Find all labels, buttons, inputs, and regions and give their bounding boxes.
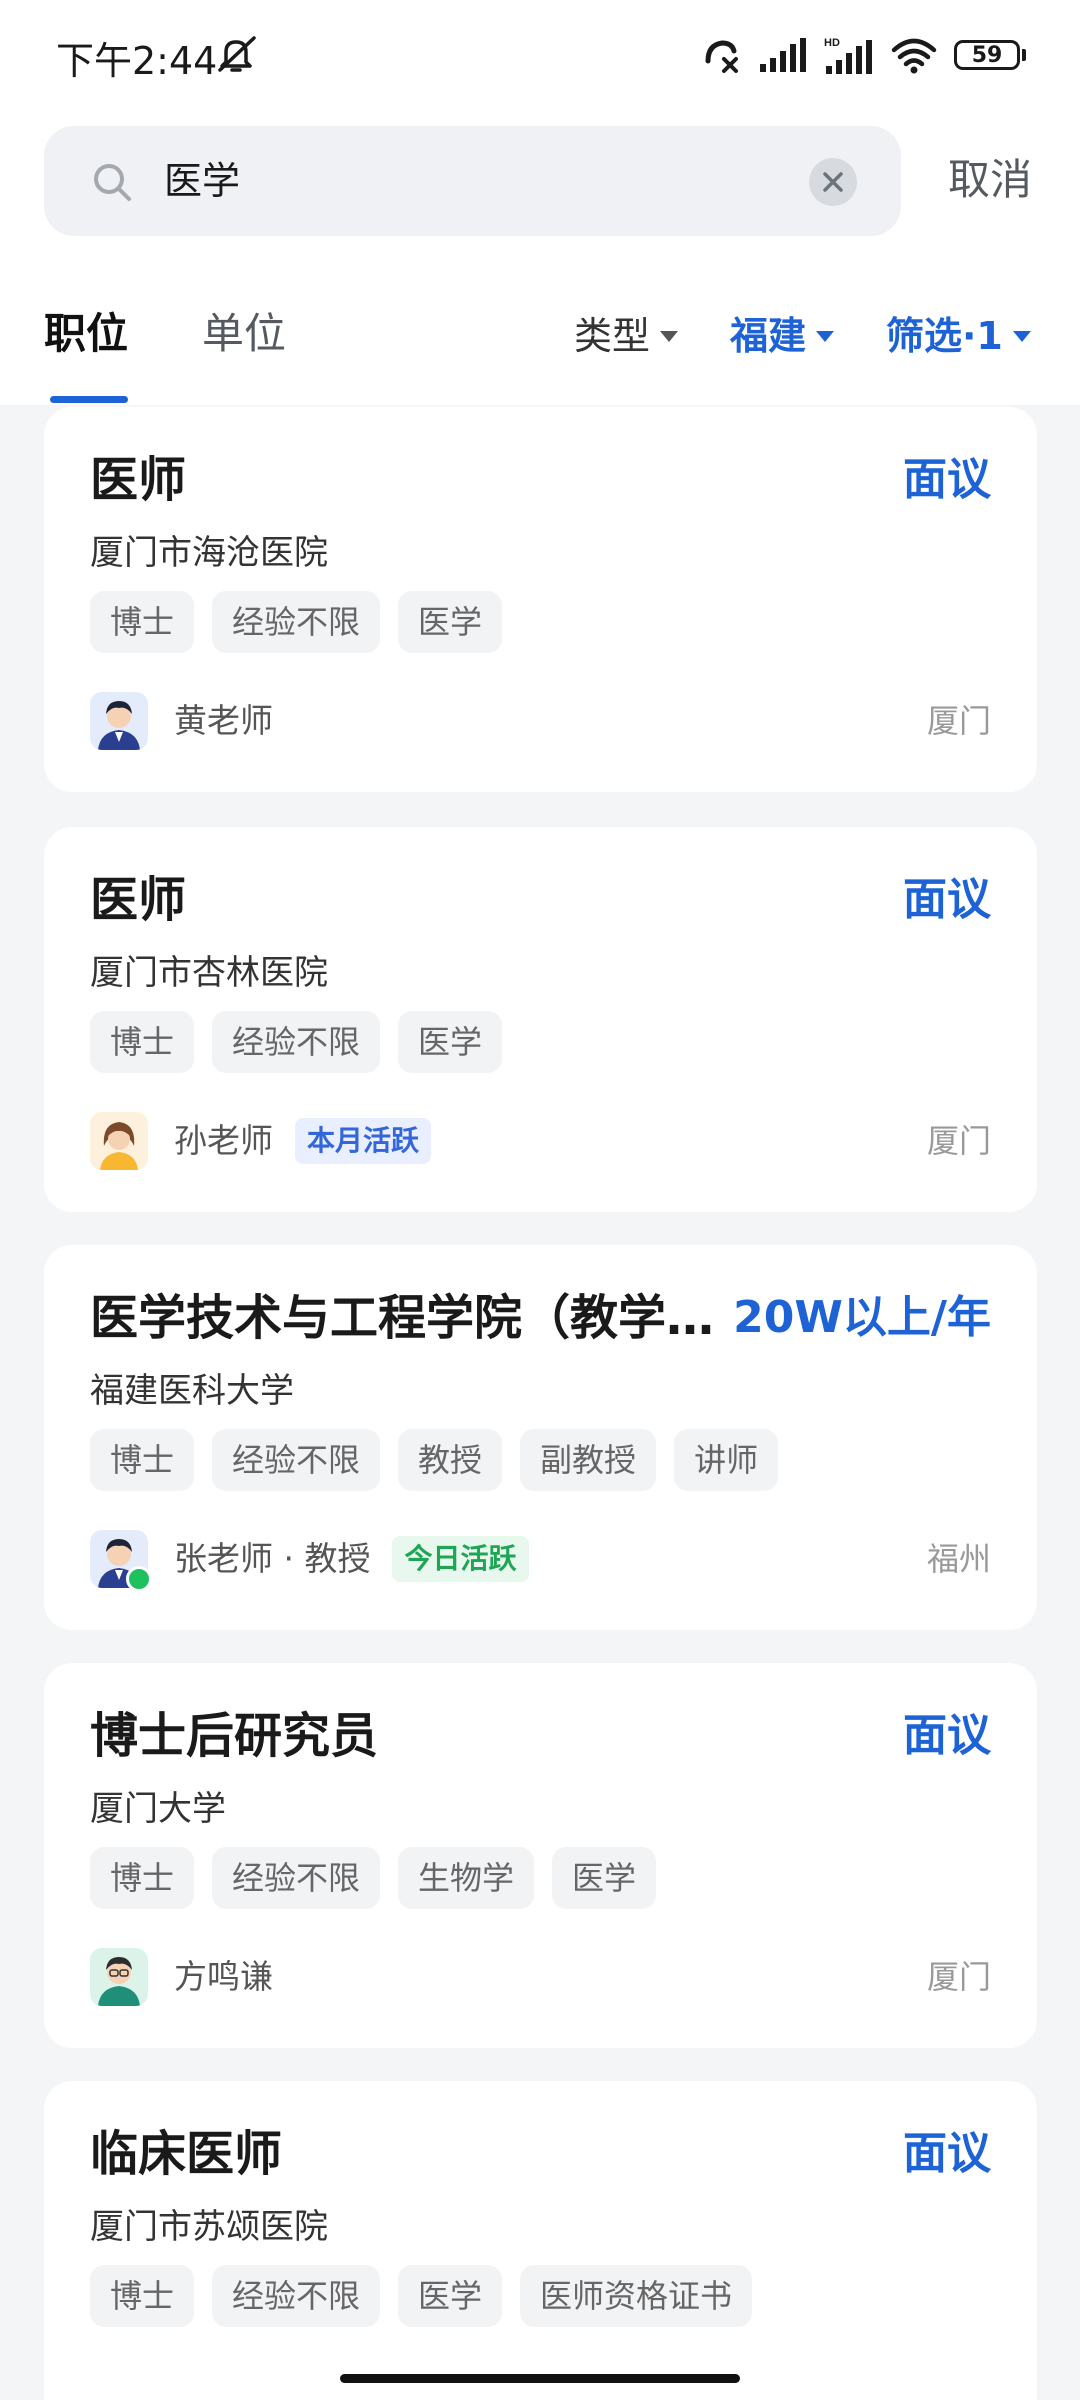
home-indicator[interactable] — [340, 2374, 740, 2383]
filter-more-label: 筛选·1 — [886, 314, 1003, 358]
svg-text:HD: HD — [824, 37, 840, 49]
search-box[interactable]: 医学 — [44, 126, 901, 236]
job-tag: 经验不限 — [212, 1847, 381, 1909]
job-card[interactable]: 临床医师 面议 厦门市苏颂医院 博士 经验不限 医学 医师资格证书 — [44, 2081, 1037, 2400]
caret-down-icon — [816, 330, 835, 342]
job-tag: 博士 — [90, 1011, 195, 1073]
job-card[interactable]: 医学技术与工程学院（教学… 20W以上/年 福建医科大学 博士 经验不限 教授 … — [44, 1245, 1037, 1630]
job-tags: 博士 经验不限 医学 医师资格证书 — [90, 2265, 753, 2327]
job-salary: 面议 — [903, 2128, 991, 2179]
job-tag: 经验不限 — [212, 2265, 381, 2327]
job-tag: 生物学 — [398, 1847, 535, 1909]
job-tag: 博士 — [90, 1847, 195, 1909]
job-title: 医师 — [90, 452, 187, 508]
job-tag: 教授 — [398, 1429, 503, 1491]
job-tag: 医师资格证书 — [520, 2265, 753, 2327]
job-organization: 厦门市海沧医院 — [90, 533, 328, 573]
job-tag: 医学 — [398, 1011, 503, 1073]
job-organization: 厦门市杏林医院 — [90, 953, 328, 993]
battery-icon: 59 — [954, 40, 1026, 70]
job-contact: 张老师 · 教授 今日活跃 — [90, 1529, 529, 1592]
contact-name: 张老师 · 教授 — [174, 1539, 371, 1578]
tab-units[interactable]: 单位 — [202, 306, 286, 362]
job-tag: 医学 — [398, 2265, 503, 2327]
job-city: 福州 — [926, 1540, 991, 1578]
avatar — [90, 1948, 148, 2006]
clear-search-button[interactable] — [809, 158, 857, 206]
job-organization: 厦门市苏颂医院 — [90, 2207, 328, 2247]
job-card[interactable]: 医师 面议 厦门市杏林医院 博士 经验不限 医学 孙老师 本月活跃 厦门 — [44, 827, 1037, 1212]
job-salary: 面议 — [903, 874, 991, 925]
contact-name: 黄老师 — [174, 701, 273, 740]
job-tag: 医学 — [398, 591, 503, 653]
job-contact: 孙老师 本月活跃 — [90, 1111, 432, 1171]
avatar — [90, 692, 148, 750]
job-organization: 福建医科大学 — [90, 1371, 294, 1411]
job-title: 医师 — [90, 872, 187, 928]
filter-type-dropdown[interactable]: 类型 — [574, 310, 679, 362]
contact-name: 孙老师 — [174, 1121, 273, 1160]
job-card[interactable]: 博士后研究员 面议 厦门大学 博士 经验不限 生物学 医学 方鸣谦 厦门 — [44, 1663, 1037, 2048]
status-icons: HD 59 — [702, 30, 1026, 80]
job-city: 厦门 — [926, 1958, 991, 1996]
job-card[interactable]: 医师 面议 厦门市海沧医院 博士 经验不限 医学 黄老师 厦门 — [44, 407, 1037, 792]
cancel-button[interactable]: 取消 — [948, 152, 1032, 208]
call-missed-icon — [702, 35, 742, 75]
job-city: 厦门 — [926, 702, 991, 740]
search-icon — [92, 162, 132, 202]
contact-name: 方鸣谦 — [174, 1957, 273, 1996]
job-tags: 博士 经验不限 教授 副教授 讲师 — [90, 1429, 779, 1491]
close-icon — [823, 172, 843, 192]
job-tag: 博士 — [90, 591, 195, 653]
mute-icon — [212, 34, 262, 74]
job-title: 医学技术与工程学院（教学… — [90, 1290, 715, 1346]
job-title: 临床医师 — [90, 2126, 283, 2182]
job-tag: 经验不限 — [212, 591, 381, 653]
job-tag: 经验不限 — [212, 1429, 381, 1491]
caret-down-icon — [660, 330, 679, 342]
tab-indicator — [50, 396, 128, 403]
job-tag: 医学 — [552, 1847, 657, 1909]
job-city: 厦门 — [926, 1122, 991, 1160]
activity-badge: 今日活跃 — [392, 1536, 529, 1582]
caret-down-icon — [1012, 330, 1031, 342]
wifi-icon — [890, 36, 938, 74]
activity-badge: 本月活跃 — [295, 1118, 432, 1164]
tab-positions[interactable]: 职位 — [44, 306, 128, 362]
online-status-dot — [126, 1566, 152, 1592]
job-contact: 方鸣谦 — [90, 1947, 273, 2007]
job-tag: 副教授 — [520, 1429, 657, 1491]
status-time: 下午2:44 — [56, 39, 218, 83]
job-organization: 厦门大学 — [90, 1789, 226, 1829]
job-title: 博士后研究员 — [90, 1708, 379, 1764]
job-tag: 经验不限 — [212, 1011, 381, 1073]
status-bar: 下午2:44 HD 59 — [0, 0, 1080, 110]
header: 下午2:44 HD 59 医学 取消 职位 单位 类型 福建 筛选·1 — [0, 0, 1080, 405]
job-salary: 面议 — [903, 454, 991, 505]
search-input[interactable]: 医学 — [164, 156, 240, 206]
filter-more-dropdown[interactable]: 筛选·1 — [886, 310, 1031, 362]
avatar — [90, 1530, 152, 1592]
job-tag: 博士 — [90, 2265, 195, 2327]
battery-level: 59 — [954, 40, 1020, 70]
job-tags: 博士 经验不限 生物学 医学 — [90, 1847, 657, 1909]
job-tags: 博士 经验不限 医学 — [90, 591, 503, 653]
signal-hd-icon: HD — [824, 36, 874, 74]
job-tag: 讲师 — [674, 1429, 779, 1491]
filter-region-dropdown[interactable]: 福建 — [730, 310, 835, 362]
signal-icon — [758, 38, 808, 72]
job-tags: 博士 经验不限 医学 — [90, 1011, 503, 1073]
filter-region-label: 福建 — [730, 314, 807, 358]
filter-type-label: 类型 — [574, 314, 651, 358]
job-contact: 黄老师 — [90, 691, 273, 751]
job-salary: 20W以上/年 — [733, 1292, 991, 1343]
job-tag: 博士 — [90, 1429, 195, 1491]
avatar — [90, 1112, 148, 1170]
job-salary: 面议 — [903, 1710, 991, 1761]
